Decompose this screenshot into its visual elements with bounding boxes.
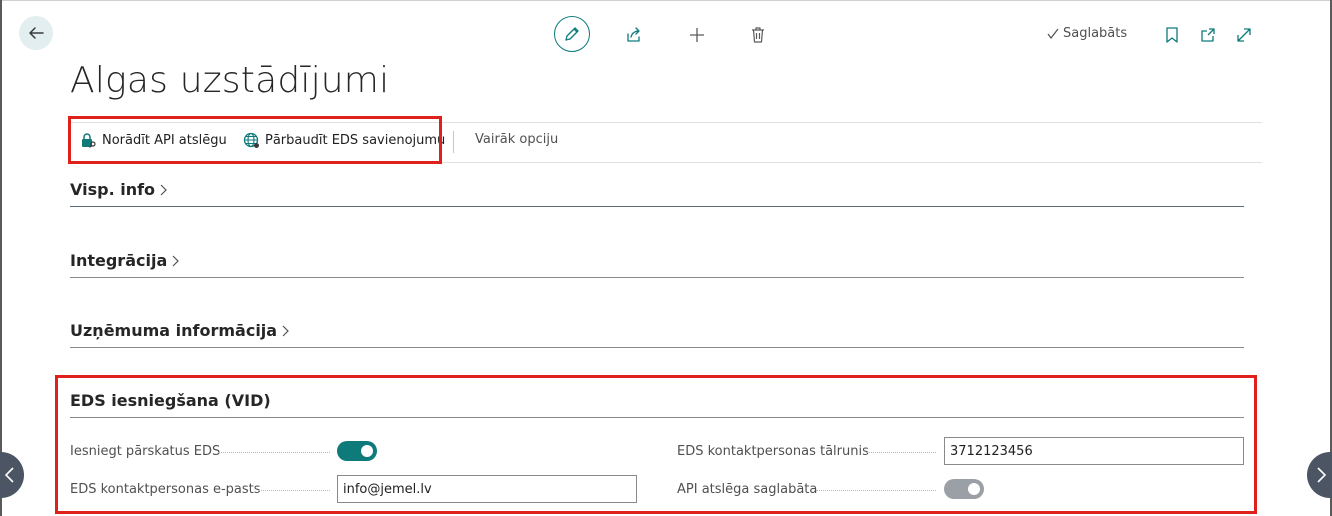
highlight-box-actions [68,116,442,164]
chevron-right-icon [1317,467,1327,483]
action-separator [453,131,454,153]
fasttab-company-divider [70,347,1244,348]
fasttab-company[interactable]: Uzņēmuma informācija [70,321,291,340]
back-button[interactable] [19,16,53,50]
bookmark-icon [1166,27,1178,43]
expand-icon [1237,28,1251,42]
window-left-border [0,0,2,516]
saved-status: Saglabāts [1046,26,1127,41]
share-icon [627,27,640,42]
open-new-window-button[interactable] [1196,23,1220,47]
chevron-right-icon [172,255,180,266]
chevron-right-icon [160,184,167,195]
delete-button[interactable] [746,23,770,47]
fasttab-general[interactable]: Visp. info [70,180,169,199]
fasttab-integration-divider [70,277,1244,278]
new-button[interactable] [685,23,709,47]
fasttab-integration-label: Integrācija [70,251,168,270]
plus-icon [690,28,704,42]
window-top-border [0,0,1332,1]
fasttab-general-divider [70,206,1244,207]
chevron-right-icon [282,325,289,336]
fasttab-general-label: Visp. info [70,180,156,199]
pencil-icon [565,27,579,41]
previous-record-button[interactable] [0,452,24,498]
popout-icon [1201,28,1215,42]
more-options-label: Vairāk opciju [475,132,559,147]
edit-button[interactable] [554,16,590,52]
fasttab-company-label: Uzņēmuma informācija [70,321,278,340]
trash-icon [752,27,764,43]
checkmark-icon [1047,28,1059,39]
bookmark-button[interactable] [1160,23,1184,47]
more-options-action[interactable]: Vairāk opciju [475,132,558,147]
fasttab-integration[interactable]: Integrācija [70,251,181,270]
share-button[interactable] [622,23,646,47]
expand-button[interactable] [1232,23,1256,47]
next-record-button[interactable] [1307,452,1332,498]
saved-status-label: Saglabāts [1063,26,1128,41]
chevron-left-icon [4,467,14,483]
highlight-box-eds [55,375,1257,514]
page-title: Algas uzstādījumi [70,60,390,101]
back-arrow-icon [29,27,44,39]
